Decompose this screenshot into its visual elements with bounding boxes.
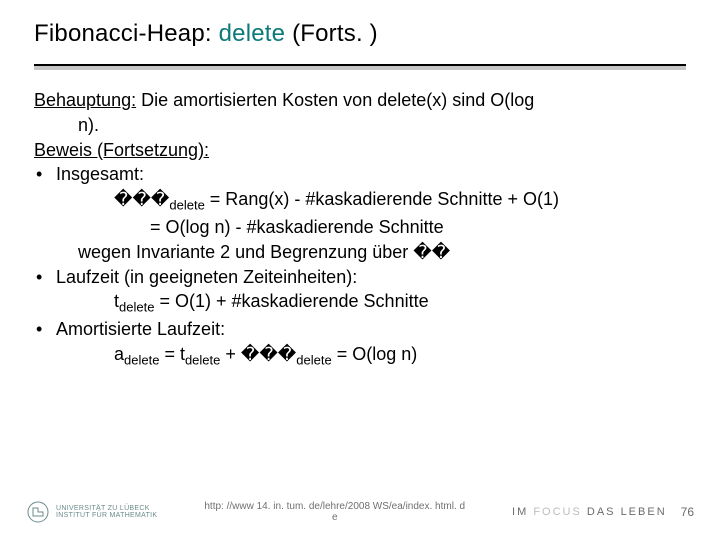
focus-label: IM FOCUS DAS LEBEN	[512, 506, 667, 518]
bullet-3: • Amortisierte Laufzeit:	[34, 317, 686, 342]
eq2-rhs: = O(1) + #kaskadierende Schnitte	[154, 291, 428, 311]
bullet-1-eq2: = O(log n) - #kaskadierende Schnitte	[34, 215, 686, 240]
title-prefix: Fibonacci-Heap:	[34, 20, 219, 47]
bullet-1-eq1: ���delete = Rang(x) - #kaskadierende Sch…	[34, 187, 686, 215]
eq3-tail: = O(log n)	[332, 344, 418, 364]
eq3-mid1: = t	[159, 344, 185, 364]
bullet-dot-icon: •	[34, 265, 56, 290]
source-url-2: e	[332, 512, 338, 523]
bullet-3-text: Amortisierte Laufzeit:	[56, 317, 686, 342]
footer-left: UNIVERSITÄT ZU LÜBECK INSTITUT FÜR MATHE…	[26, 500, 157, 524]
claim-label: Behauptung:	[34, 90, 136, 110]
delta-phi-placeholder-2: ���	[241, 344, 296, 364]
bullet-1: • Insgesamt:	[34, 162, 686, 187]
proof-label: Beweis (Fortsetzung):	[34, 140, 209, 160]
claim-line: Behauptung: Die amortisierten Kosten von…	[34, 88, 686, 113]
claim-text: Die amortisierten Kosten von delete(x) s…	[136, 90, 534, 110]
bullet-1-reason: wegen Invariante 2 und Begrenzung über �…	[34, 240, 686, 265]
dphi-subscript: delete	[296, 352, 331, 367]
bullet-2: • Laufzeit (in geeigneten Zeiteinheiten)…	[34, 265, 686, 290]
university-logo-icon	[26, 500, 50, 524]
title-suffix: (Forts. )	[285, 20, 378, 47]
bullet-2-eq: tdelete = O(1) + #kaskadierende Schnitte	[34, 289, 686, 317]
eq1-subscript: delete	[169, 198, 204, 213]
a-subscript: delete	[124, 352, 159, 367]
slide-body: Behauptung: Die amortisierten Kosten von…	[0, 70, 720, 369]
footer-right: IM FOCUS DAS LEBEN 76	[512, 505, 694, 519]
source-url: http: //www 14. in. tum. de/lehre/2008 W…	[204, 501, 465, 512]
page-number: 76	[681, 505, 694, 519]
bullet-dot-icon: •	[34, 317, 56, 342]
footer-center: http: //www 14. in. tum. de/lehre/2008 W…	[157, 501, 512, 523]
slide: Fibonacci-Heap: delete (Forts. ) Behaupt…	[0, 0, 720, 540]
bullet-dot-icon: •	[34, 162, 56, 187]
eq3-mid2: +	[220, 344, 241, 364]
delta-phi-placeholder: ���	[114, 189, 169, 209]
bullet-3-eq: adelete = tdelete + ���delete = O(log n)	[34, 342, 686, 370]
bullet-1-text: Insgesamt:	[56, 162, 686, 187]
slide-title: Fibonacci-Heap: delete (Forts. )	[0, 0, 720, 58]
uni-line-2: INSTITUT FÜR MATHEMATIK	[56, 512, 157, 519]
uni-line-1: UNIVERSITÄT ZU LÜBECK	[56, 505, 150, 512]
reason-text: wegen Invariante 2 und Begrenzung über	[78, 242, 413, 262]
eq1-rhs: = Rang(x) - #kaskadierende Schnitte + O(…	[205, 189, 559, 209]
phi-placeholder: ��	[413, 242, 450, 262]
t-subscript: delete	[119, 300, 154, 315]
university-text: UNIVERSITÄT ZU LÜBECK INSTITUT FÜR MATHE…	[56, 505, 157, 519]
a-symbol: a	[114, 344, 124, 364]
bullet-2-text: Laufzeit (in geeigneten Zeiteinheiten):	[56, 265, 686, 290]
title-keyword: delete	[219, 20, 286, 47]
footer: UNIVERSITÄT ZU LÜBECK INSTITUT FÜR MATHE…	[0, 490, 720, 540]
proof-label-line: Beweis (Fortsetzung):	[34, 138, 686, 163]
t2-subscript: delete	[185, 352, 220, 367]
claim-line-2: n).	[34, 113, 686, 138]
